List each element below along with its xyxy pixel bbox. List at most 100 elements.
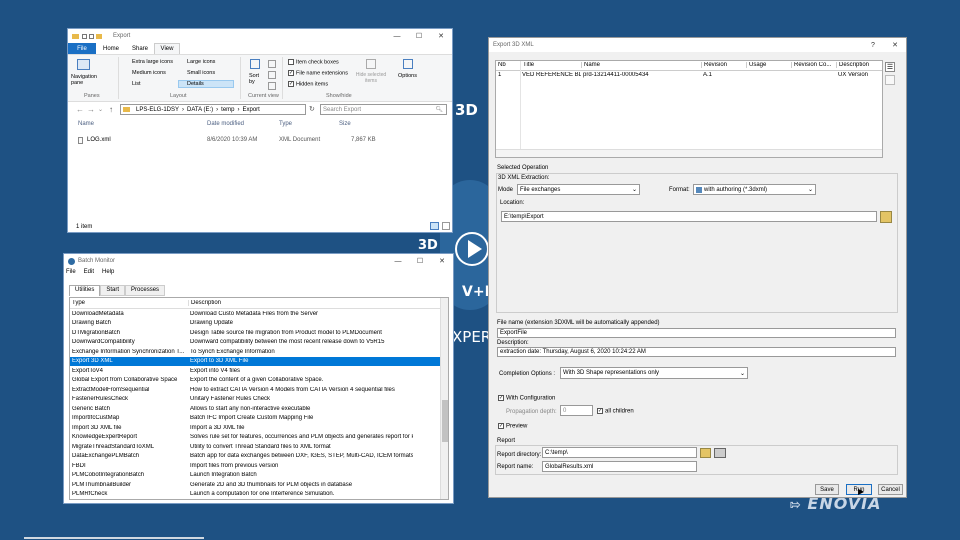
search-input[interactable]: Search Export 🔍︎ [320, 104, 447, 115]
layout-details[interactable]: Details [178, 80, 234, 88]
column-date[interactable]: Date modified [207, 121, 244, 127]
column-name[interactable]: Name [78, 121, 94, 127]
save-icon[interactable] [82, 33, 87, 39]
item-check-boxes-checkbox[interactable]: Item check boxes [288, 59, 339, 65]
table-row[interactable]: FBDI Import files from previous version [70, 461, 448, 471]
batch-close-button[interactable]: ✕ [431, 254, 453, 268]
column-revision-comment[interactable]: Revision Co... [791, 62, 836, 69]
table-row[interactable]: Drawing Batch Drawing Update [70, 319, 448, 329]
table-row[interactable]: PLMRfCheck Launch a computation for one I… [70, 490, 448, 500]
hidden-items-checkbox[interactable]: ✓ Hidden items [288, 81, 328, 87]
batch-maximize-button[interactable]: ☐ [409, 254, 431, 268]
tab-processes[interactable]: Processes [125, 285, 166, 296]
table-row[interactable]: ImportIfcCustMap Batch IFC Import Create … [70, 414, 448, 424]
filter-icon[interactable] [885, 75, 895, 85]
tab-view[interactable]: View [154, 43, 180, 54]
table-row[interactable]: Export 3D XML Export to 3D XML File [70, 356, 448, 366]
breadcrumb-0[interactable]: LPS-ELG-1DSY [136, 107, 179, 113]
report-print-icon[interactable] [714, 448, 726, 458]
table-row[interactable]: DownwardCompatibility Downward compatibil… [70, 338, 448, 348]
batch-scrollbar[interactable] [440, 298, 448, 499]
table-row[interactable]: DownloadMetadata Download Custo Metadata … [70, 309, 448, 319]
file-name-extensions-checkbox[interactable]: ✓ File name extensions [288, 70, 348, 76]
navigation-pane-button[interactable]: Navigation pane [71, 74, 105, 86]
details-view-icon[interactable] [430, 222, 439, 230]
column-revision[interactable]: Revision [701, 62, 746, 69]
batch-minimize-button[interactable]: — [387, 254, 409, 268]
layout-medium[interactable]: Medium icons [132, 70, 166, 76]
recent-icon[interactable]: ⌄ [98, 106, 103, 113]
format-select[interactable]: with authoring (*.3dxml) ⌄ [693, 184, 816, 195]
export-close-button[interactable]: ✕ [884, 38, 906, 52]
maximize-button[interactable]: ☐ [408, 29, 430, 43]
column-title[interactable]: Title [520, 62, 581, 69]
sort-by-button[interactable]: Sort by [249, 73, 263, 85]
filename-field[interactable]: ExportFile [497, 328, 896, 338]
breadcrumb-2[interactable]: temp [221, 107, 234, 113]
sort-icon[interactable] [250, 59, 260, 69]
table-row[interactable]: MigrateThreadStandardToXML Utility to con… [70, 442, 448, 452]
browse-folder-icon[interactable] [880, 211, 892, 223]
table-row[interactable]: DataExchangePLMBatch Batch app for data e… [70, 452, 448, 462]
tab-utilities[interactable]: Utilities [69, 285, 101, 296]
column-description[interactable]: Description [836, 62, 882, 69]
save-button[interactable]: Save [815, 484, 839, 495]
preview-checkbox[interactable]: ✓ Preview [498, 423, 527, 430]
navigation-pane-icon[interactable] [77, 59, 90, 70]
column-description[interactable]: Description [188, 300, 408, 306]
object-table-hscroll[interactable] [496, 149, 882, 157]
cancel-button[interactable]: Cancel [878, 484, 903, 495]
description-field[interactable]: extraction date: Thursday, August 6, 202… [497, 347, 896, 357]
minimize-button[interactable]: — [386, 29, 408, 43]
table-row[interactable]: PLMCobotIntegrationBatch Launch Integrati… [70, 471, 448, 481]
table-row[interactable]: PLMThumbnailBuilder Generate 2D and 3D th… [70, 480, 448, 490]
mode-select[interactable]: File exchanges ⌄ [517, 184, 640, 195]
size-columns-icon[interactable] [268, 82, 276, 90]
all-children-checkbox[interactable]: ✓ all children [597, 408, 634, 415]
help-button[interactable]: ? [862, 38, 884, 52]
table-row[interactable]: DTMigrationBatch Design Table source file… [70, 328, 448, 338]
hide-selected-icon[interactable] [366, 59, 376, 69]
up-icon[interactable]: ↑ [109, 105, 113, 114]
report-name-field[interactable]: GlobalResults.xml [542, 461, 697, 472]
refresh-icon[interactable]: ↻ [309, 105, 315, 113]
address-bar[interactable]: LPS-ELG-1DSY › DATA (E:) › temp › Export [120, 104, 306, 115]
column-nb[interactable]: Nb [496, 62, 520, 68]
large-icons-view-icon[interactable] [442, 222, 450, 230]
folder-new-icon[interactable] [96, 33, 102, 39]
options-icon[interactable] [403, 59, 413, 69]
options-button[interactable]: Options [398, 73, 417, 79]
tab-home[interactable]: Home [96, 43, 126, 54]
add-columns-icon[interactable] [268, 71, 276, 79]
column-type[interactable]: Type [70, 300, 188, 306]
table-row[interactable]: ExportToV4 Export into V4 files [70, 366, 448, 376]
completion-options-select[interactable]: With 3D Shape representations only ⌄ [560, 367, 748, 379]
menu-edit[interactable]: Edit [84, 269, 94, 278]
column-type[interactable]: Type [279, 121, 292, 127]
column-size[interactable]: Size [339, 121, 351, 127]
tab-file[interactable]: File [68, 43, 96, 54]
check-icon[interactable] [89, 33, 94, 39]
table-row[interactable]: Import 3D XML file Import a 3D XML file [70, 423, 448, 433]
batch-utilities-list[interactable]: Type Description DownloadMetadata Downloa… [69, 297, 449, 500]
batch-scroll-thumb[interactable] [442, 400, 448, 442]
report-directory-field[interactable]: C:\temp\ [542, 447, 697, 458]
file-row[interactable]: LOG.xml 8/6/2020 10:39 AM XML Document 7… [68, 136, 452, 146]
with-configuration-checkbox[interactable]: ✓ With Configuration [498, 395, 555, 402]
tab-start[interactable]: Start [100, 285, 126, 296]
menu-file[interactable]: File [66, 269, 76, 278]
menu-help[interactable]: Help [102, 269, 114, 278]
tab-share[interactable]: Share [126, 43, 154, 54]
table-row[interactable]: Global Export from Collaborative Space Ex… [70, 376, 448, 386]
column-name[interactable]: Name [581, 62, 701, 69]
breadcrumb-1[interactable]: DATA (E:) [187, 107, 213, 113]
report-folder-icon[interactable] [700, 448, 711, 458]
table-row[interactable]: Generic Batch Allows to start any non-int… [70, 404, 448, 414]
close-button[interactable]: ✕ [430, 29, 452, 43]
column-usage[interactable]: Usage [746, 62, 791, 69]
layout-list[interactable]: List [132, 81, 141, 87]
breadcrumb-3[interactable]: Export [243, 107, 260, 113]
layout-small[interactable]: Small icons [187, 70, 215, 76]
forward-icon[interactable]: → [87, 105, 95, 114]
tree-view-icon[interactable]: ☰ [885, 62, 895, 72]
